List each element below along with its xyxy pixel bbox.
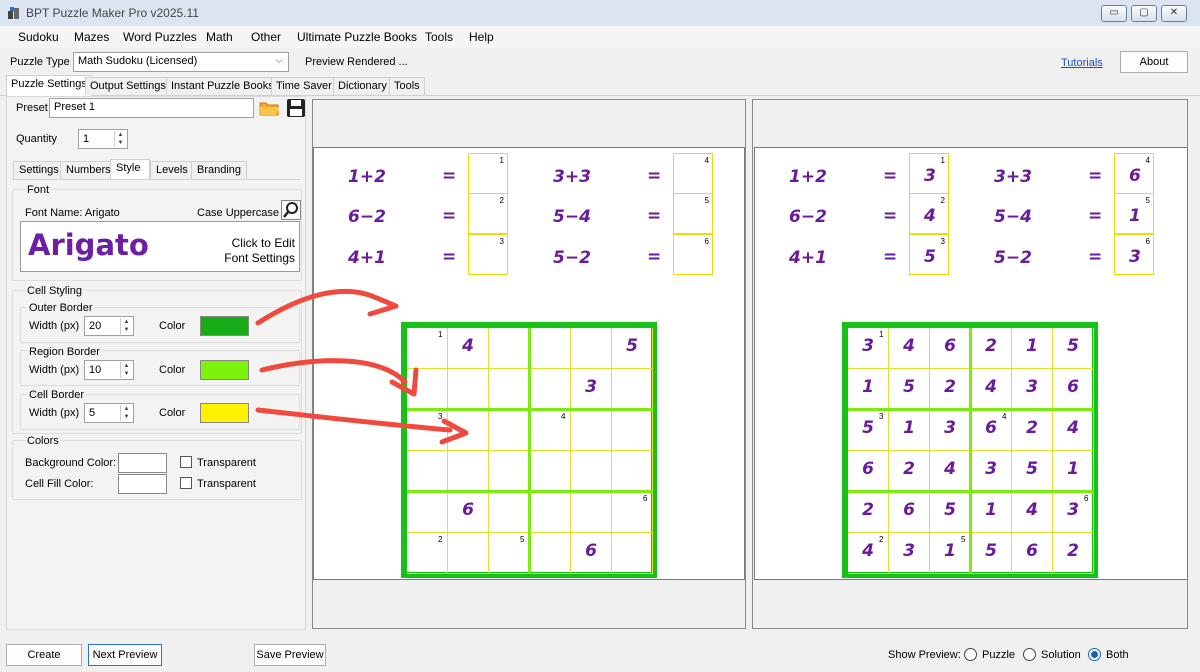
next-preview-button[interactable]: Next Preview (88, 644, 162, 666)
show-preview-label: Show Preview: (888, 649, 961, 661)
arrow-outer-border-head (367, 293, 399, 317)
radio-puzzle-label: Puzzle (982, 649, 1016, 661)
radio-both-label: Both (1106, 649, 1129, 661)
create-button[interactable]: Create (6, 644, 82, 666)
arrow-outer-border (255, 288, 375, 326)
save-preview-button[interactable]: Save Preview (254, 644, 326, 666)
arrow-cell-border (255, 407, 453, 433)
radio-solution-label: Solution (1041, 649, 1081, 661)
annotation-arrows (255, 288, 469, 445)
arrow-region-border (259, 358, 408, 385)
radio-puzzle[interactable] (964, 648, 977, 661)
radio-solution[interactable] (1023, 648, 1036, 661)
radio-both[interactable] (1088, 648, 1101, 661)
